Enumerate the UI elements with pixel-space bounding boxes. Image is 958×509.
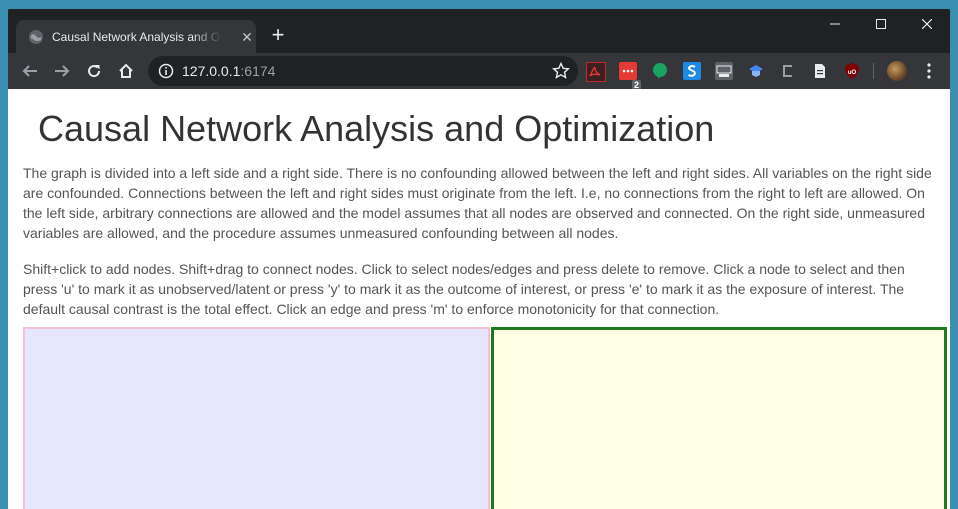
blue-extension-icon[interactable] bbox=[747, 62, 765, 80]
svg-text:uO: uO bbox=[848, 70, 857, 76]
toolbar: 127.0.0.1:6174 2 uO bbox=[8, 53, 950, 90]
maximize-button[interactable] bbox=[858, 9, 904, 39]
tab-close-icon[interactable]: ✕ bbox=[240, 30, 254, 44]
ublock-extension-icon[interactable]: uO bbox=[843, 62, 861, 80]
new-tab-button[interactable]: + bbox=[267, 24, 289, 46]
evernote-extension-icon[interactable] bbox=[651, 62, 669, 80]
right-graph-pane[interactable] bbox=[491, 327, 947, 509]
globe-icon bbox=[29, 30, 43, 44]
close-window-button[interactable] bbox=[904, 9, 950, 39]
left-graph-pane[interactable] bbox=[23, 327, 490, 509]
page-content: Causal Network Analysis and Optimization… bbox=[8, 89, 950, 509]
page-title: Causal Network Analysis and Optimization bbox=[38, 108, 715, 149]
toolbar-divider bbox=[873, 63, 874, 79]
back-icon bbox=[22, 65, 37, 77]
address-bar[interactable]: 127.0.0.1:6174 bbox=[148, 56, 578, 86]
maximize-icon bbox=[876, 19, 886, 29]
calendar-extension-icon[interactable] bbox=[619, 62, 637, 80]
home-icon bbox=[119, 63, 133, 78]
close-icon bbox=[922, 19, 932, 29]
star-icon[interactable] bbox=[552, 62, 570, 80]
minimize-icon bbox=[830, 23, 840, 25]
instructions-paragraph: Shift+click to add nodes. Shift+drag to … bbox=[23, 261, 905, 317]
reload-icon bbox=[88, 65, 101, 78]
menu-icon[interactable] bbox=[922, 62, 936, 80]
url-port: :6174 bbox=[240, 63, 276, 79]
forward-button[interactable] bbox=[50, 59, 74, 83]
url-host: 127.0.0.1 bbox=[182, 63, 241, 79]
graph-canvas[interactable] bbox=[23, 327, 948, 509]
home-button[interactable] bbox=[114, 59, 138, 83]
s-extension-icon[interactable] bbox=[683, 62, 701, 80]
tab-strip: Causal Network Analysis and Optimization… bbox=[8, 9, 950, 53]
back-button[interactable] bbox=[18, 59, 42, 83]
tab-title: Causal Network Analysis and Optimization bbox=[52, 29, 222, 45]
forward-icon bbox=[55, 65, 70, 77]
css-extension-icon[interactable] bbox=[715, 62, 733, 80]
doc-extension-icon[interactable] bbox=[811, 62, 829, 80]
description-paragraph: The graph is divided into a left side an… bbox=[23, 165, 932, 241]
pdf-extension-icon[interactable] bbox=[586, 62, 606, 82]
info-icon[interactable] bbox=[158, 63, 174, 79]
tab-active[interactable]: Causal Network Analysis and Optimization… bbox=[16, 20, 256, 53]
browser-window: Causal Network Analysis and Optimization… bbox=[8, 9, 950, 509]
clip-extension-icon[interactable] bbox=[779, 62, 797, 80]
reload-button[interactable] bbox=[82, 59, 106, 83]
url-text[interactable]: 127.0.0.1:6174 bbox=[182, 62, 275, 80]
minimize-button[interactable] bbox=[812, 9, 858, 39]
avatar[interactable] bbox=[887, 61, 907, 81]
